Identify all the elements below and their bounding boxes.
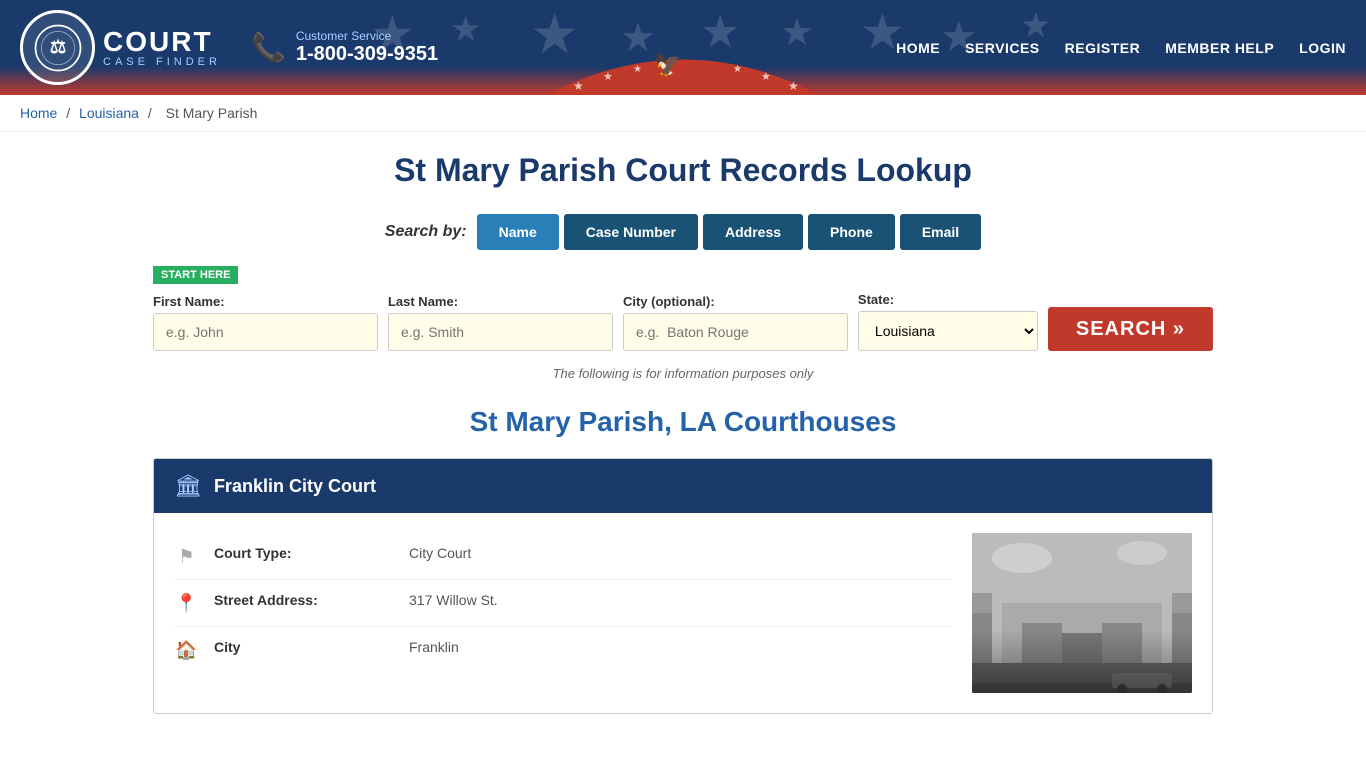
- street-address-value: 317 Willow St.: [409, 592, 498, 608]
- courthouse-icon: 🏛: [174, 473, 202, 499]
- logo-case-finder-text: CASE FINDER: [103, 56, 221, 68]
- search-form-row: First Name: Last Name: City (optional): …: [153, 292, 1213, 351]
- tab-phone[interactable]: Phone: [808, 214, 895, 250]
- breadcrumb-sep2: /: [148, 105, 156, 121]
- courthouse-image: [972, 533, 1192, 693]
- courthouse-header: 🏛 Franklin City Court: [154, 459, 1212, 513]
- search-form-area: START HERE First Name: Last Name: City (…: [153, 265, 1213, 351]
- svg-text:★: ★: [573, 79, 584, 93]
- courthouse-name-link[interactable]: Franklin City Court: [214, 476, 376, 497]
- courthouse-info: ⚑ Court Type: City Court 📍 Street Addres…: [174, 533, 952, 693]
- courthouses-title: St Mary Parish, LA Courthouses: [153, 406, 1213, 438]
- courthouse-img-placeholder: [972, 533, 1192, 693]
- city-group: City (optional):: [623, 294, 848, 351]
- state-group: State: Louisiana: [858, 292, 1038, 351]
- first-name-group: First Name:: [153, 294, 378, 351]
- court-type-icon: ⚑: [174, 546, 199, 567]
- tab-address[interactable]: Address: [703, 214, 803, 250]
- city-icon: 🏠: [174, 640, 199, 661]
- header-center-decoration: ★ ★ ★ ★ ★ ★ 🦅: [543, 42, 823, 95]
- svg-text:★: ★: [603, 71, 613, 83]
- first-name-label: First Name:: [153, 294, 378, 309]
- red-arch-svg: ★ ★ ★ ★ ★ ★ 🦅: [543, 42, 823, 95]
- header-logo-cs: ⚖ COURT CASE FINDER 📞 Customer Service 1…: [20, 10, 438, 85]
- court-type-label: Court Type:: [214, 545, 394, 561]
- state-select[interactable]: Louisiana: [858, 311, 1038, 351]
- logo-court-text: COURT: [103, 28, 221, 56]
- street-address-row: 📍 Street Address: 317 Willow St.: [174, 580, 952, 627]
- svg-text:★: ★: [633, 64, 642, 75]
- breadcrumb-home[interactable]: Home: [20, 105, 57, 121]
- last-name-group: Last Name:: [388, 294, 613, 351]
- state-label: State:: [858, 292, 1038, 307]
- cs-phone: 1-800-309-9351: [296, 43, 438, 66]
- city-label-info: City: [214, 639, 394, 655]
- search-by-label: Search by:: [385, 223, 467, 241]
- last-name-input[interactable]: [388, 313, 613, 351]
- city-value: Franklin: [409, 639, 459, 655]
- breadcrumb-state[interactable]: Louisiana: [79, 105, 139, 121]
- breadcrumb-sep1: /: [66, 105, 74, 121]
- main-content: St Mary Parish Court Records Lookup Sear…: [133, 132, 1233, 754]
- svg-text:★: ★: [761, 71, 771, 83]
- main-nav: HOME SERVICES REGISTER MEMBER HELP LOGIN: [896, 40, 1346, 56]
- court-type-value: City Court: [409, 545, 471, 561]
- start-here-badge: START HERE: [153, 266, 238, 284]
- street-address-label: Street Address:: [214, 592, 394, 608]
- customer-service: 📞 Customer Service 1-800-309-9351: [251, 29, 438, 66]
- city-row: 🏠 City Franklin: [174, 627, 952, 673]
- cs-label: Customer Service: [296, 29, 438, 43]
- city-label: City (optional):: [623, 294, 848, 309]
- search-by-row: Search by: Name Case Number Address Phon…: [153, 214, 1213, 250]
- tab-name[interactable]: Name: [477, 214, 559, 250]
- site-header: ★ ★ ★ ★ ★ ★ ★ ★ ★ ⚖ COURT CASE FINDER: [0, 0, 1366, 95]
- breadcrumb-current: St Mary Parish: [166, 105, 258, 121]
- site-logo[interactable]: ⚖ COURT CASE FINDER: [20, 10, 221, 85]
- phone-icon: 📞: [251, 31, 286, 64]
- tab-email[interactable]: Email: [900, 214, 981, 250]
- page-title: St Mary Parish Court Records Lookup: [153, 152, 1213, 189]
- first-name-input[interactable]: [153, 313, 378, 351]
- nav-register[interactable]: REGISTER: [1065, 40, 1141, 56]
- location-icon: 📍: [174, 593, 199, 614]
- logo-circle: ⚖: [20, 10, 95, 85]
- tab-case-number[interactable]: Case Number: [564, 214, 698, 250]
- nav-home[interactable]: HOME: [896, 40, 940, 56]
- nav-member-help[interactable]: MEMBER HELP: [1165, 40, 1274, 56]
- svg-text:⚖: ⚖: [49, 36, 65, 57]
- courthouse-body: ⚑ Court Type: City Court 📍 Street Addres…: [154, 513, 1212, 713]
- breadcrumb: Home / Louisiana / St Mary Parish: [0, 95, 1366, 132]
- svg-text:🦅: 🦅: [654, 51, 681, 77]
- disclaimer-text: The following is for information purpose…: [153, 366, 1213, 381]
- nav-services[interactable]: SERVICES: [965, 40, 1040, 56]
- courthouse-card: 🏛 Franklin City Court ⚑ Court Type: City…: [153, 458, 1213, 714]
- logo-icon: ⚖: [33, 23, 83, 73]
- logo-text: COURT CASE FINDER: [103, 28, 221, 68]
- nav-login[interactable]: LOGIN: [1299, 40, 1346, 56]
- city-input[interactable]: [623, 313, 848, 351]
- court-type-row: ⚑ Court Type: City Court: [174, 533, 952, 580]
- cs-info: Customer Service 1-800-309-9351: [296, 29, 438, 66]
- search-button[interactable]: SEARCH »: [1048, 307, 1213, 351]
- last-name-label: Last Name:: [388, 294, 613, 309]
- svg-text:★: ★: [788, 79, 799, 93]
- courthouse-img-svg: [972, 533, 1192, 693]
- svg-text:★: ★: [733, 64, 742, 75]
